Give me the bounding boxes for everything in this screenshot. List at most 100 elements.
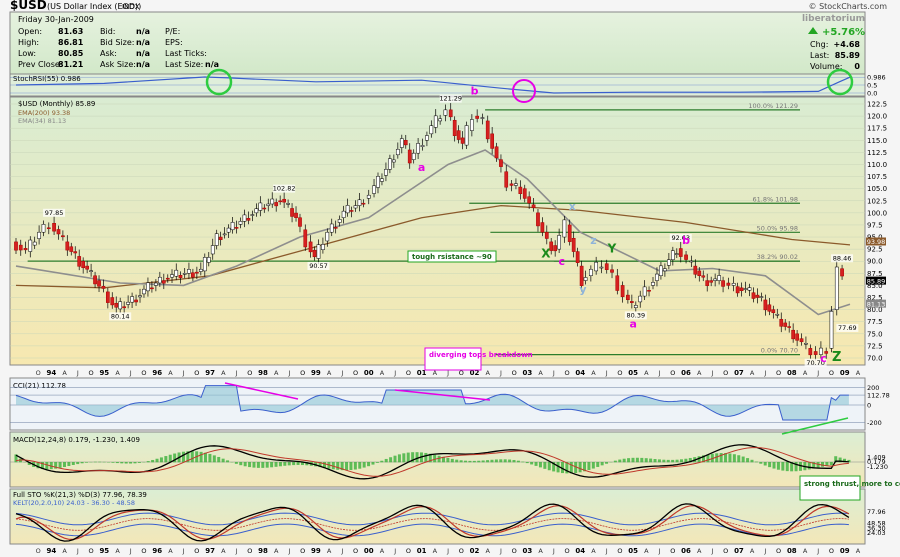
candle-body [721, 280, 725, 287]
candle-body [146, 282, 150, 292]
macd-bar [80, 462, 84, 464]
macd-bar [146, 461, 150, 463]
macd-bar [490, 459, 494, 463]
candle-body [270, 198, 275, 205]
macd-bar [397, 454, 401, 463]
candle-body [739, 287, 744, 292]
candle-body [633, 305, 638, 308]
candle-body [425, 135, 429, 141]
header-field-label: EPS: [165, 38, 183, 47]
candle-body [626, 294, 630, 300]
candle-body [308, 241, 313, 253]
macd-bar [671, 459, 675, 463]
candle-body [384, 169, 388, 176]
macd-bar [93, 461, 97, 463]
year-label: 05 [628, 547, 638, 555]
candle-body [226, 227, 231, 233]
price-tick-label: 105.0 [867, 185, 887, 193]
year-label: 07 [734, 547, 744, 555]
wave-label: a [629, 318, 636, 331]
month-label: A [274, 369, 279, 377]
candle-body [250, 214, 255, 216]
candle-body [693, 265, 698, 275]
fib-label: 0.0% 70.70 [761, 347, 798, 355]
candle-body [795, 333, 799, 341]
candle-body [282, 198, 286, 203]
candle-body [485, 120, 490, 140]
header-field-label: P/E: [165, 27, 180, 36]
candle-body [813, 351, 818, 355]
macd-bar [437, 455, 441, 463]
price-label: 80.14 [111, 312, 130, 320]
header-field-label: Ask Size: [100, 60, 136, 69]
month-label: A [168, 369, 173, 377]
macd-bar [415, 452, 419, 463]
wave-label: Y [607, 242, 617, 256]
macd-bar [666, 459, 670, 463]
cci-legend: CCI(21) 112.78 [13, 382, 66, 390]
macd-bar [380, 460, 384, 463]
macd-bar [499, 459, 503, 463]
cci-tick-label: 112.78 [867, 392, 890, 400]
month-label: J [816, 547, 819, 555]
macd-bar [353, 462, 357, 470]
month-label: J [287, 547, 290, 555]
candle-body [651, 282, 655, 286]
macd-bar [62, 462, 66, 467]
macd-bar [274, 462, 278, 467]
year-label: 95 [99, 369, 109, 377]
month-label: A [380, 369, 385, 377]
month-label: J [76, 547, 79, 555]
volume-value: 0 [854, 62, 860, 71]
price-tick-label: 97.5 [867, 221, 883, 229]
candle-body [298, 217, 302, 227]
candle-body [214, 233, 219, 246]
candle-body [238, 221, 243, 225]
month-label: O [829, 369, 834, 377]
month-label: A [168, 547, 173, 555]
candle-body [380, 178, 384, 182]
candle-body [246, 218, 251, 221]
month-label: J [393, 369, 396, 377]
candle-body [333, 227, 338, 229]
month-label: O [247, 547, 252, 555]
macd-bar [635, 457, 639, 463]
header-field-value: 80.85 [58, 49, 84, 58]
right-label: 81.13 [867, 300, 886, 308]
month-label: A [433, 547, 438, 555]
month-label: A [486, 369, 491, 377]
price-label: 97.85 [45, 209, 64, 217]
candle-body [411, 152, 416, 160]
candle-body [77, 256, 82, 267]
candle-body [399, 138, 404, 148]
macd-bar [503, 459, 507, 463]
macd-bar [547, 462, 551, 471]
resistance-callout: tough rsistance ~90 [412, 253, 492, 261]
macd-bar [239, 462, 243, 466]
macd-tick-label: -1.230 [867, 463, 888, 471]
month-label: J [552, 547, 555, 555]
macd-bar [543, 462, 547, 469]
price-tick-label: 115.0 [867, 137, 887, 145]
macd-bar [283, 462, 287, 466]
macd-bar [389, 457, 393, 463]
macd-bar [675, 459, 679, 463]
chg-label: Chg: [810, 40, 828, 49]
month-label: O [829, 547, 834, 555]
candle-body [18, 244, 23, 251]
year-label: 06 [681, 547, 691, 555]
candle-body [522, 188, 527, 199]
candle-body [195, 271, 199, 274]
exchange-label: INDX [122, 3, 140, 11]
price-label: 77.69 [838, 324, 857, 332]
candle-body [138, 295, 142, 298]
year-label: 00 [364, 547, 374, 555]
month-label: A [274, 547, 279, 555]
time-axis-bottom: 94O A J O 95O A J O 96O A J O 97O A J O 98O A J O 99O A J O 00O A… [36, 547, 861, 555]
candle-body [709, 280, 714, 283]
candle-body [69, 246, 74, 252]
candle-body [110, 297, 115, 306]
month-label: A [327, 369, 332, 377]
month-label: O [406, 547, 411, 555]
price-tick-label: 110.0 [867, 161, 887, 169]
